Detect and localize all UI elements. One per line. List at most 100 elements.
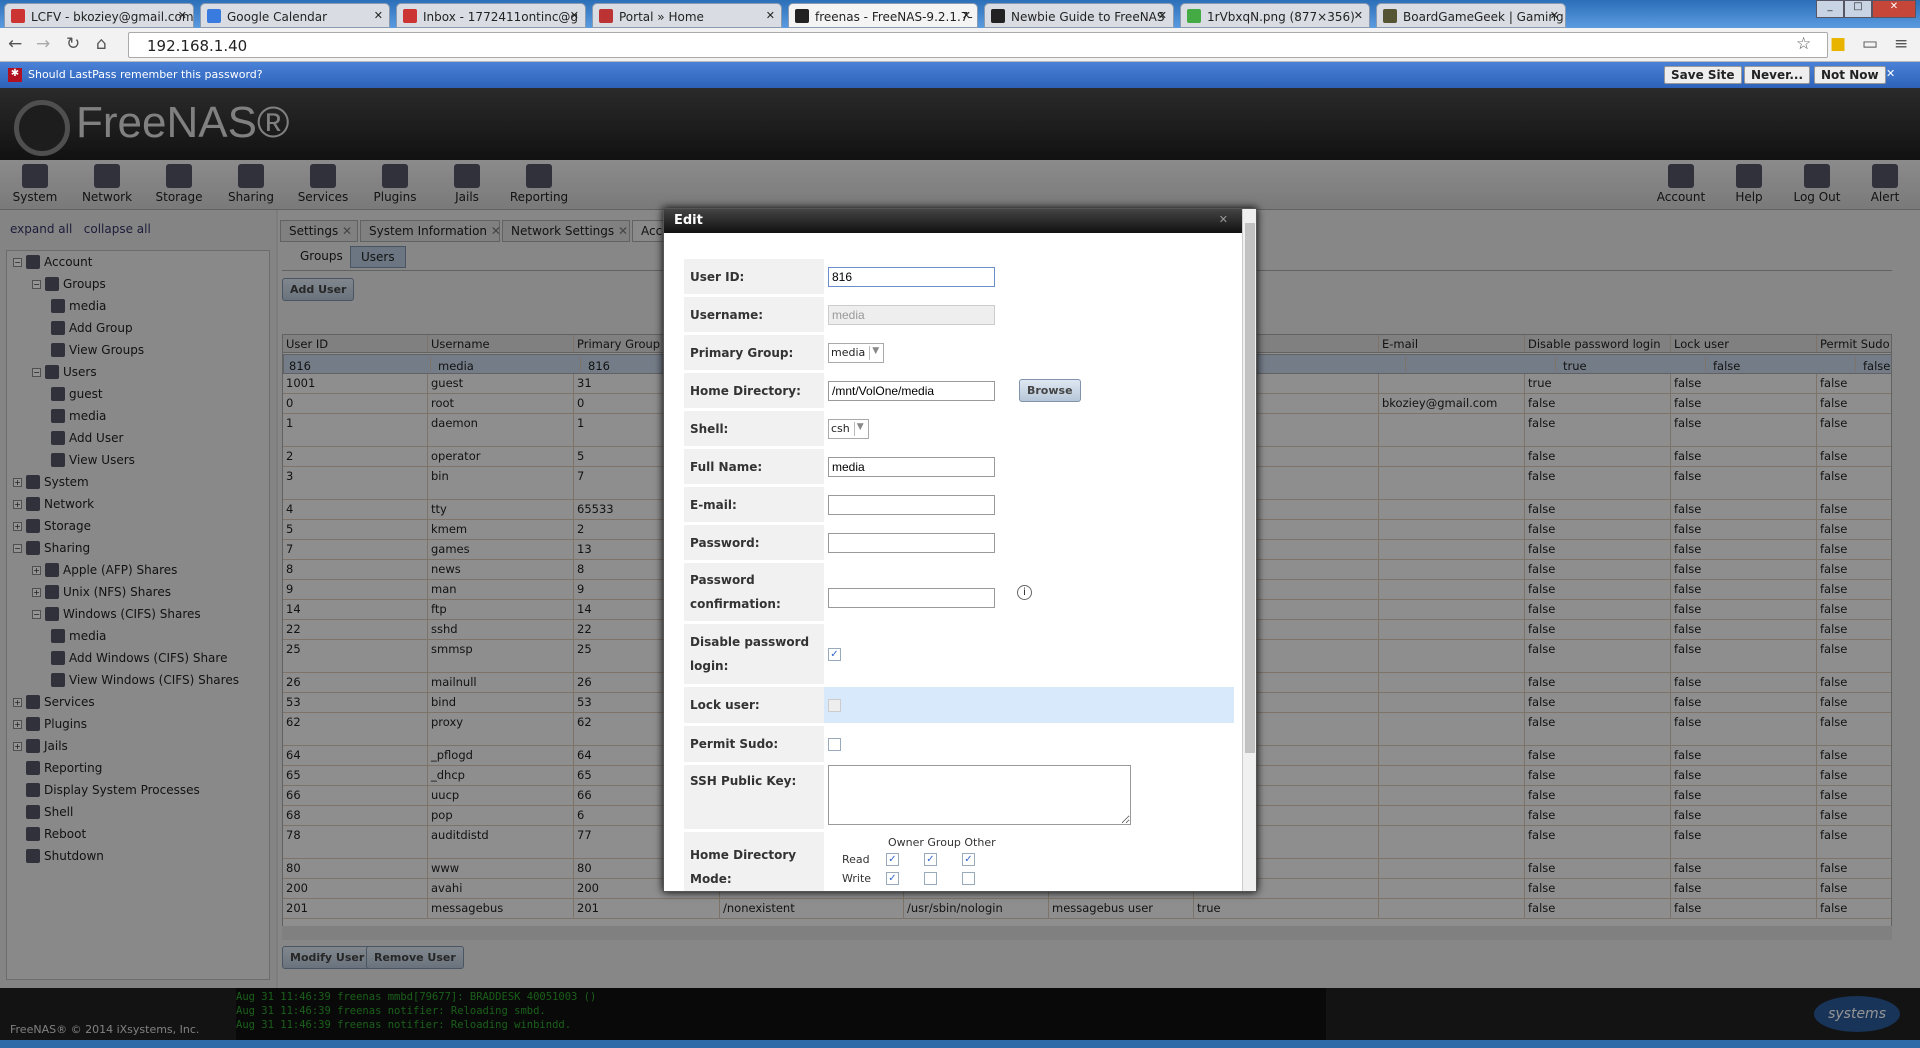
- tab-label: Portal » Home: [619, 10, 704, 24]
- tab-favicon-icon: [1187, 9, 1201, 23]
- password-label: Password:: [684, 525, 824, 560]
- mode-write-checkbox[interactable]: [962, 872, 975, 885]
- ssh-public-key-label: SSH Public Key:: [684, 765, 824, 829]
- chevron-down-icon: ▼: [869, 345, 881, 360]
- browse-button[interactable]: Browse: [1019, 379, 1081, 402]
- close-tab-icon[interactable]: ✕: [1354, 9, 1363, 22]
- email-label: E-mail:: [684, 487, 824, 522]
- forward-icon[interactable]: →: [36, 34, 50, 54]
- tab-favicon-icon: [991, 9, 1005, 23]
- edit-user-form: User ID: Username: Primary Group:media▼ …: [684, 259, 1234, 891]
- menu-icon[interactable]: ≡: [1894, 34, 1908, 54]
- home-icon[interactable]: ⌂: [96, 34, 107, 54]
- tab-label: Newbie Guide to FreeNAS: [1011, 10, 1165, 24]
- close-icon[interactable]: ✕: [1886, 67, 1895, 80]
- username-label: Username:: [684, 297, 824, 332]
- address-bar-row: ← → ↻ ⌂ 192.168.1.40 ☆ ■ ▭ ≡: [0, 28, 1920, 62]
- maximize-button[interactable]: □: [1844, 0, 1872, 18]
- close-window-button[interactable]: ✕: [1872, 0, 1916, 18]
- info-icon[interactable]: i: [1017, 584, 1032, 600]
- reload-icon[interactable]: ↻: [66, 34, 80, 54]
- home-directory-input[interactable]: [828, 380, 995, 401]
- lock-user-checkbox[interactable]: [828, 698, 841, 712]
- browser-tab[interactable]: Google Calendar ✕: [200, 3, 390, 28]
- selected-group: media: [831, 345, 866, 359]
- save-site-button[interactable]: Save Site: [1664, 66, 1742, 84]
- tab-favicon-icon: [1383, 9, 1397, 23]
- browser-tab[interactable]: Inbox - 1772411ontinc@g ✕: [396, 3, 586, 28]
- primary-group-select[interactable]: media ▼: [828, 342, 885, 363]
- tab-favicon-icon: [599, 9, 613, 23]
- user-id-input[interactable]: [828, 266, 995, 287]
- tab-favicon-icon: [403, 9, 417, 23]
- home-directory-label: Home Directory:: [684, 373, 824, 408]
- username-input: [828, 304, 995, 325]
- home-directory-mode-label: Home Directory Mode:: [684, 832, 824, 891]
- close-tab-icon[interactable]: ✕: [1158, 9, 1167, 22]
- close-tab-icon[interactable]: ✕: [570, 9, 579, 22]
- disable-password-login-checkbox[interactable]: ✓: [828, 647, 841, 661]
- tab-label: LCFV - bkoziey@gmail.com: [31, 10, 194, 24]
- lastpass-extension-icon[interactable]: ■: [1830, 34, 1846, 54]
- shell-label: Shell:: [684, 411, 824, 446]
- password-confirmation-label: Password confirmation:: [684, 563, 824, 621]
- read-label: Read: [842, 853, 870, 866]
- lock-user-label: Lock user:: [684, 687, 824, 723]
- tab-favicon-icon: [207, 9, 221, 23]
- tab-label: BoardGameGeek | Gaming: [1403, 10, 1564, 24]
- mode-header: Owner Group Other: [888, 836, 996, 849]
- close-tab-icon[interactable]: ✕: [374, 9, 383, 22]
- tab-favicon-icon: [795, 9, 809, 23]
- user-id-label: User ID:: [684, 259, 824, 294]
- browser-tab[interactable]: Portal » Home ✕: [592, 3, 782, 28]
- password-confirmation-input[interactable]: [828, 588, 995, 608]
- tab-label: 1rVbxqN.png (877×356): [1207, 10, 1355, 24]
- mode-read-checkbox[interactable]: ✓: [924, 853, 937, 866]
- permit-sudo-checkbox[interactable]: [828, 737, 841, 751]
- taskbar: [0, 1040, 1920, 1048]
- mode-read-checkbox[interactable]: ✓: [886, 853, 899, 866]
- browser-tab[interactable]: BoardGameGeek | Gaming ✕: [1376, 3, 1566, 28]
- mode-write-checkbox[interactable]: [924, 872, 937, 885]
- shell-select[interactable]: csh ▼: [828, 418, 869, 439]
- back-icon[interactable]: ←: [8, 34, 22, 54]
- url-input[interactable]: 192.168.1.40: [128, 32, 1828, 58]
- lastpass-icon: ✱: [8, 68, 22, 82]
- full-name-input[interactable]: [828, 456, 995, 477]
- cast-icon[interactable]: ▭: [1862, 34, 1878, 54]
- dialog-title: Edit: [664, 209, 1256, 233]
- lastpass-bar: ✱ Should LastPass remember this password…: [0, 62, 1920, 88]
- selected-shell: csh: [831, 421, 850, 435]
- window-controls: _ □ ✕: [1816, 0, 1916, 18]
- never-button[interactable]: Never...: [1744, 66, 1811, 84]
- email-input[interactable]: [828, 494, 995, 515]
- ssh-public-key-textarea[interactable]: [828, 765, 1131, 825]
- close-tab-icon[interactable]: ✕: [766, 9, 775, 22]
- disable-password-login-label: Disable password login:: [684, 624, 824, 684]
- close-tab-icon[interactable]: ✕: [962, 9, 971, 22]
- mode-write-checkbox[interactable]: ✓: [886, 872, 899, 885]
- browser-tab[interactable]: LCFV - bkoziey@gmail.com ✕: [4, 3, 194, 28]
- browser-tab[interactable]: Newbie Guide to FreeNAS ✕: [984, 3, 1174, 28]
- browser-tab[interactable]: 1rVbxqN.png (877×356) ✕: [1180, 3, 1370, 28]
- close-tab-icon[interactable]: ✕: [1550, 9, 1559, 22]
- lastpass-prompt: Should LastPass remember this password?: [28, 68, 263, 81]
- full-name-label: Full Name:: [684, 449, 824, 484]
- minimize-button[interactable]: _: [1816, 0, 1844, 18]
- browser-tab-bar: LCFV - bkoziey@gmail.com ✕ Google Calendar…: [0, 0, 1920, 28]
- dialog-scrollbar[interactable]: [1242, 209, 1256, 891]
- close-dialog-icon[interactable]: ✕: [1219, 213, 1228, 226]
- tab-label: freenas - FreeNAS-9.2.1.7-: [815, 10, 973, 24]
- permit-sudo-label: Permit Sudo:: [684, 726, 824, 762]
- bookmark-star-icon[interactable]: ☆: [1796, 34, 1811, 54]
- password-input[interactable]: [828, 532, 995, 553]
- tab-label: Google Calendar: [227, 10, 328, 24]
- not-now-button[interactable]: Not Now: [1814, 66, 1886, 84]
- chevron-down-icon: ▼: [853, 421, 866, 436]
- mode-grid: Owner Group Other Read ✓ ✓ ✓ Write ✓: [824, 832, 1234, 891]
- browser-tab[interactable]: freenas - FreeNAS-9.2.1.7- ✕: [788, 3, 978, 28]
- close-tab-icon[interactable]: ✕: [178, 9, 187, 22]
- primary-group-label: Primary Group:: [684, 335, 824, 370]
- write-label: Write: [842, 872, 872, 885]
- mode-read-checkbox[interactable]: ✓: [962, 853, 975, 866]
